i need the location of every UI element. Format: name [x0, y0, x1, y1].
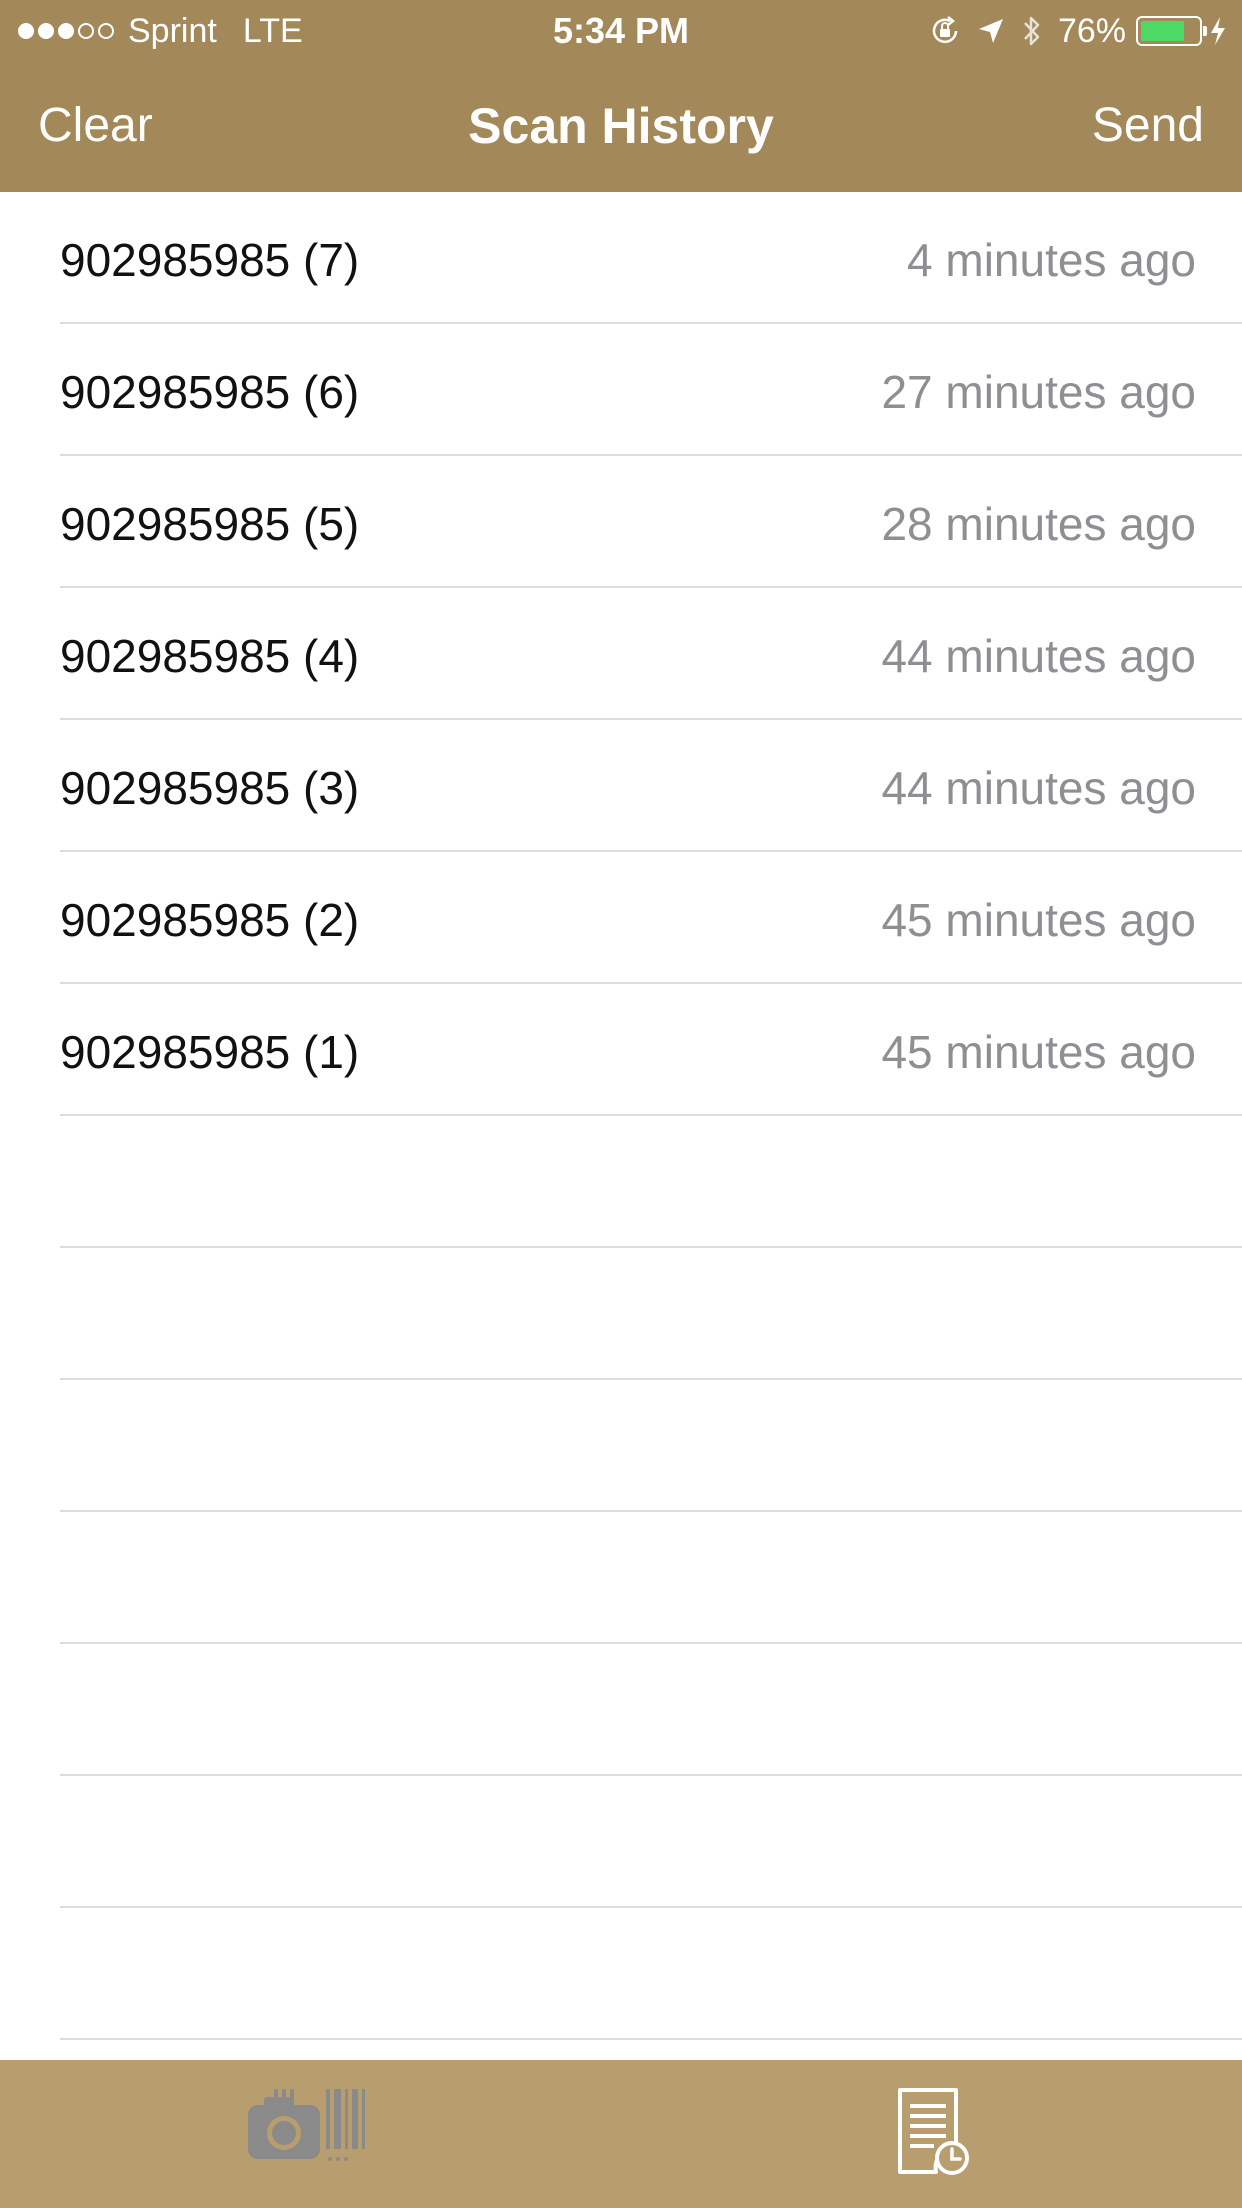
empty-row	[60, 1116, 1242, 1248]
status-right: 76%	[928, 8, 1228, 54]
empty-row	[60, 1644, 1242, 1776]
scan-code: 902985985 (5)	[60, 498, 360, 550]
bluetooth-icon	[1020, 13, 1044, 49]
tab-bar	[0, 2060, 1242, 2208]
empty-row	[60, 1908, 1242, 2040]
scan-row[interactable]: 902985985 (3) 44 minutes ago	[60, 720, 1242, 852]
charging-icon	[1208, 15, 1228, 47]
scan-time: 28 minutes ago	[881, 498, 1196, 550]
scan-code: 902985985 (7)	[60, 234, 360, 286]
location-icon	[976, 16, 1006, 46]
scan-code: 902985985 (4)	[60, 630, 360, 682]
battery-icon	[1136, 16, 1207, 46]
empty-row	[60, 1380, 1242, 1512]
status-bar: Sprint LTE 5:34 PM 76%	[0, 0, 1242, 62]
tab-scanner[interactable]	[0, 2060, 621, 2208]
scan-code: 902985985 (1)	[60, 1026, 360, 1078]
navigation-bar: Clear Scan History Send	[0, 62, 1242, 192]
scan-time: 27 minutes ago	[881, 366, 1196, 418]
scan-time: 44 minutes ago	[881, 762, 1196, 814]
page-title: Scan History	[468, 98, 774, 154]
battery-fill	[1141, 21, 1184, 41]
scan-row[interactable]: 902985985 (7) 4 minutes ago	[60, 192, 1242, 324]
scan-time: 45 minutes ago	[881, 1026, 1196, 1078]
scan-history-list[interactable]: 902985985 (7) 4 minutes ago 902985985 (6…	[0, 192, 1242, 2060]
barcode-camera-icon	[246, 2087, 376, 2182]
scan-time: 45 minutes ago	[881, 894, 1196, 946]
scan-history-icon	[892, 2086, 972, 2183]
empty-row	[60, 1512, 1242, 1644]
scan-row[interactable]: 902985985 (5) 28 minutes ago	[60, 456, 1242, 588]
tab-scan-history[interactable]	[621, 2060, 1242, 2208]
scan-time: 4 minutes ago	[907, 234, 1196, 286]
empty-row	[60, 1248, 1242, 1380]
scan-code: 902985985 (3)	[60, 762, 360, 814]
clear-button[interactable]: Clear	[38, 62, 153, 192]
empty-row	[60, 1776, 1242, 1908]
scan-time: 44 minutes ago	[881, 630, 1196, 682]
scan-code: 902985985 (2)	[60, 894, 360, 946]
battery-percent: 76%	[1057, 11, 1126, 50]
scan-row[interactable]: 902985985 (1) 45 minutes ago	[60, 984, 1242, 1116]
scan-row[interactable]: 902985985 (6) 27 minutes ago	[60, 324, 1242, 456]
scan-row[interactable]: 902985985 (4) 44 minutes ago	[60, 588, 1242, 720]
scan-row[interactable]: 902985985 (2) 45 minutes ago	[60, 852, 1242, 984]
top-bar: Sprint LTE 5:34 PM 76% Clear Scan Histor…	[0, 0, 1242, 192]
rotation-lock-icon	[928, 14, 962, 48]
scan-code: 902985985 (6)	[60, 366, 360, 418]
send-button[interactable]: Send	[1092, 62, 1204, 192]
